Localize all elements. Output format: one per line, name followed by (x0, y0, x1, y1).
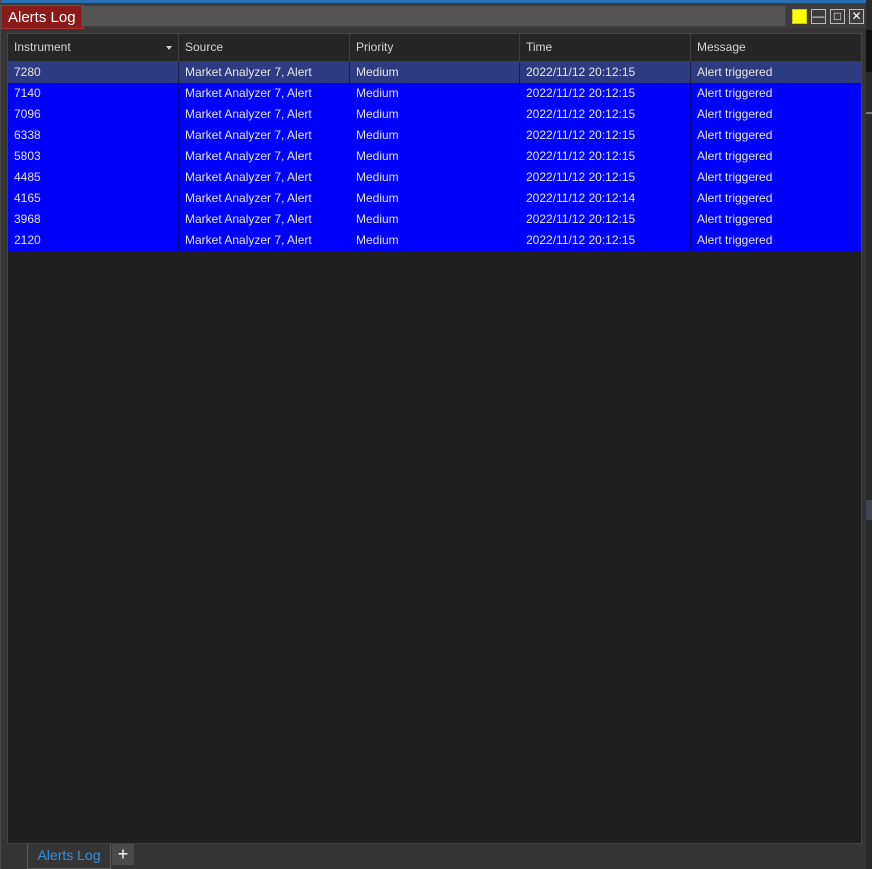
title-drag-area[interactable] (81, 6, 785, 26)
cell-time: 2022/11/12 20:12:15 (520, 104, 691, 125)
cell-priority: Medium (350, 209, 520, 230)
close-button[interactable]: ✕ (849, 9, 864, 24)
cell-message: Alert triggered (697, 65, 773, 79)
cell-message: Alert triggered (697, 149, 773, 163)
cell-message: Alert triggered (697, 233, 773, 247)
column-header-instrument[interactable]: Instrument (8, 34, 179, 61)
column-header-message[interactable]: Message (691, 34, 861, 61)
cell-priority: Medium (350, 167, 520, 188)
cell-priority: Medium (350, 188, 520, 209)
grid-header: Instrument Source Priority Time Message (8, 34, 861, 62)
tab-alerts-log[interactable]: Alerts Log (27, 844, 111, 869)
alerts-grid[interactable]: Instrument Source Priority Time Message … (7, 33, 862, 844)
column-header-time[interactable]: Time (520, 34, 691, 61)
title-bar[interactable]: Alerts Log — □ ✕ (1, 0, 867, 29)
table-row[interactable]: 2120 Market Analyzer 7, Alert Medium 2022/1… (8, 230, 861, 251)
table-row[interactable]: 6338 Market Analyzer 7, Alert Medium 2022/1… (8, 125, 861, 146)
cell-priority: Medium (350, 146, 520, 167)
cell-instrument: 4485 (8, 167, 179, 188)
cell-time: 2022/11/12 20:12:15 (520, 125, 691, 146)
cell-message: Alert triggered (697, 86, 773, 100)
cell-instrument: 2120 (8, 230, 179, 251)
cell-message: Alert triggered (697, 170, 773, 184)
cell-source: Market Analyzer 7, Alert (179, 167, 350, 188)
window-title: Alerts Log (1, 5, 84, 29)
maximize-button[interactable]: □ (830, 9, 845, 24)
cell-priority: Medium (350, 125, 520, 146)
link-color-button[interactable] (792, 9, 807, 24)
background-app-edge (866, 0, 872, 869)
cell-time: 2022/11/12 20:12:15 (520, 230, 691, 251)
cell-instrument: 3968 (8, 209, 179, 230)
cell-source: Market Analyzer 7, Alert (179, 146, 350, 167)
cell-instrument: 6338 (8, 125, 179, 146)
table-row[interactable]: 4165 Market Analyzer 7, Alert Medium 2022/1… (8, 188, 861, 209)
cell-time: 2022/11/12 20:12:14 (520, 188, 691, 209)
table-row[interactable]: 5803 Market Analyzer 7, Alert Medium 2022/1… (8, 146, 861, 167)
cell-time: 2022/11/12 20:12:15 (520, 146, 691, 167)
add-tab-button[interactable]: + (112, 844, 134, 865)
cell-instrument: 7280 (8, 62, 179, 83)
cell-source: Market Analyzer 7, Alert (179, 62, 350, 83)
cell-instrument: 4165 (8, 188, 179, 209)
cell-message: Alert triggered (697, 107, 773, 121)
table-row[interactable]: 7096 Market Analyzer 7, Alert Medium 2022/1… (8, 104, 861, 125)
cell-time: 2022/11/12 20:12:15 (520, 209, 691, 230)
cell-source: Market Analyzer 7, Alert (179, 83, 350, 104)
cell-source: Market Analyzer 7, Alert (179, 230, 350, 251)
cell-message: Alert triggered (697, 128, 773, 142)
table-row[interactable]: 7280 Market Analyzer 7, Alert Medium 2022/1… (8, 62, 861, 83)
cell-instrument: 5803 (8, 146, 179, 167)
cell-source: Market Analyzer 7, Alert (179, 104, 350, 125)
column-header-priority[interactable]: Priority (350, 34, 520, 61)
cell-time: 2022/11/12 20:12:15 (520, 83, 691, 104)
cell-instrument: 7140 (8, 83, 179, 104)
table-row[interactable]: 4485 Market Analyzer 7, Alert Medium 2022/1… (8, 167, 861, 188)
cell-priority: Medium (350, 62, 520, 83)
table-row[interactable]: 3968 Market Analyzer 7, Alert Medium 2022/1… (8, 209, 861, 230)
cell-time: 2022/11/12 20:12:15 (520, 167, 691, 188)
cell-time: 2022/11/12 20:12:15 (520, 62, 691, 83)
column-header-label: Instrument (14, 40, 71, 54)
cell-source: Market Analyzer 7, Alert (179, 209, 350, 230)
cell-priority: Medium (350, 83, 520, 104)
alerts-log-window: Alerts Log — □ ✕ Instrument Source Prior… (0, 0, 867, 869)
table-row[interactable]: 7140 Market Analyzer 7, Alert Medium 2022/1… (8, 83, 861, 104)
column-header-source[interactable]: Source (179, 34, 350, 61)
cell-source: Market Analyzer 7, Alert (179, 125, 350, 146)
cell-priority: Medium (350, 104, 520, 125)
sort-desc-icon (166, 46, 172, 50)
minimize-button[interactable]: — (811, 9, 826, 24)
cell-message: Alert triggered (697, 191, 773, 205)
cell-priority: Medium (350, 230, 520, 251)
cell-instrument: 7096 (8, 104, 179, 125)
cell-source: Market Analyzer 7, Alert (179, 188, 350, 209)
cell-message: Alert triggered (697, 212, 773, 226)
